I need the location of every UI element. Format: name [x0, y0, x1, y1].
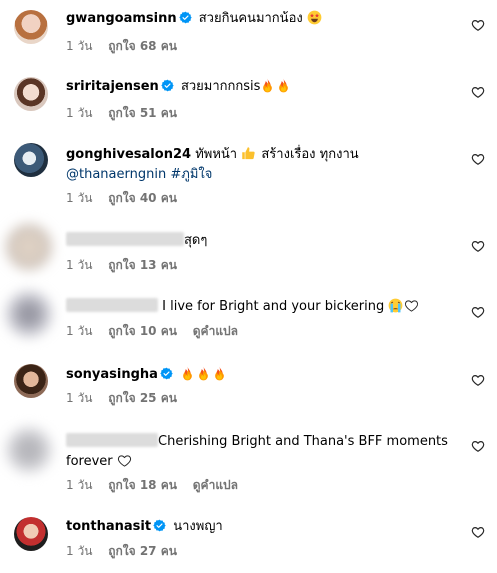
comment-time[interactable]: 1 วัน — [66, 544, 92, 558]
white-heart-emoji-icon — [404, 298, 419, 313]
comment-text: สุดๆ — [184, 233, 208, 248]
avatar[interactable] — [14, 77, 48, 111]
comment-time[interactable]: 1 วัน — [66, 478, 92, 492]
comment-time[interactable]: 1 วัน — [66, 39, 92, 53]
mention-link[interactable]: @thanaerngnin — [66, 167, 166, 182]
comment-likes[interactable]: ถูกใจ 51 คน — [108, 106, 177, 120]
see-translation-link[interactable]: ดูคำแปล — [193, 324, 238, 338]
avatar[interactable] — [14, 10, 48, 44]
comment-meta: 1 วัน ถูกใจ 13 คน — [66, 257, 189, 273]
heart-outline-icon[interactable] — [471, 85, 485, 99]
comment-likes[interactable]: ถูกใจ 68 คน — [108, 39, 177, 53]
comment-time[interactable]: 1 วัน — [66, 106, 92, 120]
comment-username[interactable]: gonghivesalon24 — [66, 147, 191, 162]
comment-meta: 1 วัน ถูกใจ 40 คน — [66, 190, 189, 206]
avatar[interactable] — [6, 291, 52, 337]
comment-text: สวยกินคนมากน้อง — [198, 11, 303, 26]
heart-outline-icon[interactable] — [471, 18, 485, 32]
comment-meta: 1 วัน ถูกใจ 25 คน — [66, 390, 189, 406]
avatar[interactable] — [14, 364, 48, 398]
see-translation-link[interactable]: ดูคำแปล — [193, 478, 238, 492]
heart-outline-icon[interactable] — [471, 305, 485, 319]
comment-likes[interactable]: ถูกใจ 10 คน — [108, 324, 177, 338]
comment-text: สวยมากกกsis — [180, 79, 261, 94]
heart-outline-icon[interactable] — [471, 439, 485, 453]
comment-likes[interactable]: ถูกใจ 27 คน — [108, 544, 177, 558]
heart-outline-icon[interactable] — [471, 525, 485, 539]
thumbs-up-emoji-icon — [241, 146, 256, 161]
comment-text: นางพญา — [173, 519, 223, 534]
comment-meta: 1 วัน ถูกใจ 27 คน — [66, 543, 189, 559]
comment-meta: 1 วัน ถูกใจ 51 คน — [66, 105, 189, 121]
comment-time[interactable]: 1 วัน — [66, 258, 92, 272]
comment-likes[interactable]: ถูกใจ 18 คน — [108, 478, 177, 492]
heart-outline-icon[interactable] — [471, 239, 485, 253]
hashtag-link[interactable]: #ภูมิใจ — [170, 167, 212, 182]
avatar[interactable] — [14, 517, 48, 551]
fire-emoji-icon — [212, 366, 227, 381]
star-struck-emoji-icon — [307, 10, 322, 25]
comment-text: สร้างเรื่อง ทุกงาน — [261, 147, 359, 162]
fire-emoji-icon — [196, 366, 211, 381]
comment-likes[interactable]: ถูกใจ 13 คน — [108, 258, 177, 272]
redacted-username — [66, 232, 184, 246]
verified-badge-icon — [161, 79, 174, 92]
heart-outline-icon[interactable] — [471, 373, 485, 387]
white-heart-emoji-icon — [117, 453, 132, 468]
fire-emoji-icon — [276, 78, 291, 93]
redacted-username — [66, 298, 158, 312]
crying-face-emoji-icon — [388, 298, 403, 313]
comment-likes[interactable]: ถูกใจ 25 คน — [108, 391, 177, 405]
avatar[interactable] — [14, 143, 48, 177]
heart-outline-icon[interactable] — [471, 152, 485, 166]
comment-time[interactable]: 1 วัน — [66, 391, 92, 405]
verified-badge-icon — [179, 11, 192, 24]
avatar[interactable] — [6, 224, 52, 270]
redacted-username — [66, 433, 158, 447]
comment-time[interactable]: 1 วัน — [66, 324, 92, 338]
avatar[interactable] — [6, 427, 52, 473]
comment-text: ทัพหน้า — [195, 147, 238, 162]
fire-emoji-icon — [180, 366, 195, 381]
comment-meta: 1 วัน ถูกใจ 68 คน — [66, 38, 189, 54]
comment-username[interactable]: sriritajensen — [66, 79, 159, 94]
comment-text: I live for Bright and your bickering — [162, 299, 385, 314]
comment-meta: 1 วัน ถูกใจ 18 คน ดูคำแปล — [66, 477, 250, 493]
fire-emoji-icon — [260, 78, 275, 93]
comment-time[interactable]: 1 วัน — [66, 191, 92, 205]
comment-username[interactable]: sonyasingha — [66, 367, 158, 382]
verified-badge-icon — [153, 519, 166, 532]
verified-badge-icon — [160, 367, 173, 380]
comment-username[interactable]: tonthanasit — [66, 519, 151, 534]
comment-username[interactable]: gwangoamsinn — [66, 11, 177, 26]
comment-meta: 1 วัน ถูกใจ 10 คน ดูคำแปล — [66, 323, 250, 339]
comment-likes[interactable]: ถูกใจ 40 คน — [108, 191, 177, 205]
